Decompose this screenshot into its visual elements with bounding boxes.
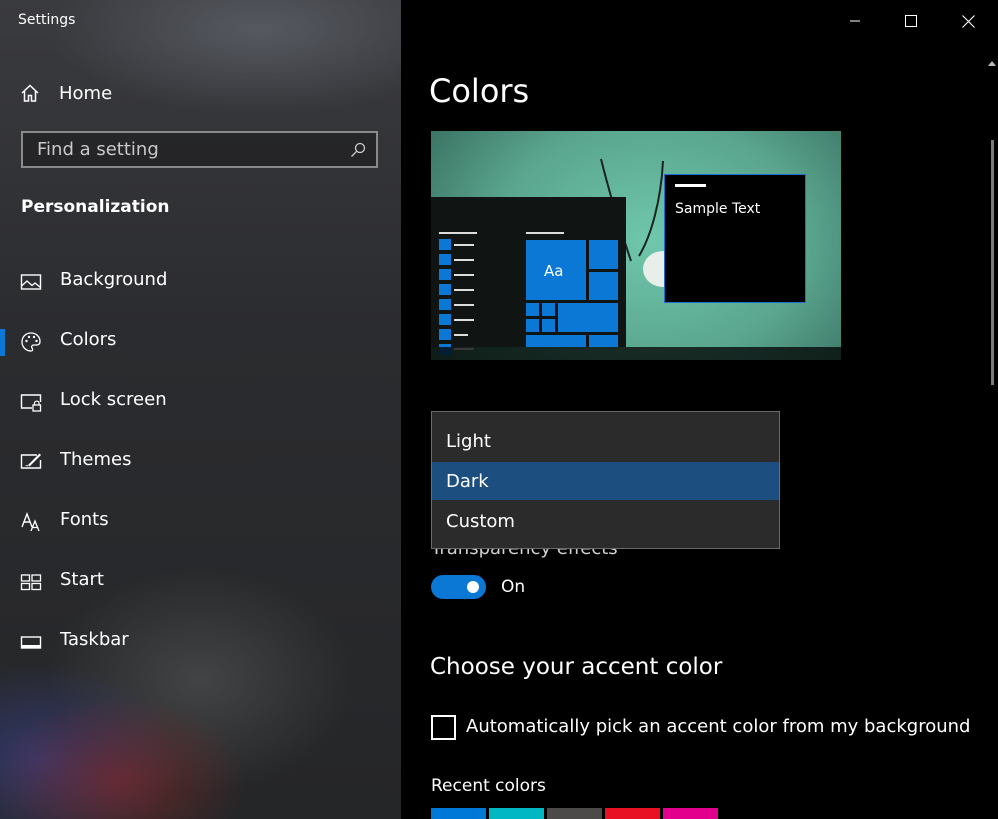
search-icon[interactable] (340, 142, 376, 158)
accent-section-title: Choose your accent color (430, 654, 723, 680)
sidebar-item-label: Themes (60, 449, 132, 470)
sidebar-item-label: Fonts (60, 509, 109, 530)
option-label: Light (446, 430, 491, 452)
sidebar-item-start[interactable]: Start (0, 558, 401, 606)
taskbar-icon (20, 636, 42, 649)
app-title: Settings (18, 12, 76, 28)
recent-colors-title: Recent colors (431, 776, 546, 796)
sidebar-item-label: Start (60, 569, 104, 590)
themes-icon (20, 453, 42, 469)
dropdown-option-custom[interactable]: Custom (432, 502, 779, 540)
preview-start-menu: Aa (431, 197, 626, 355)
sidebar-item-label: Taskbar (60, 629, 129, 650)
sidebar-item-fonts[interactable]: Fonts (0, 498, 401, 546)
recent-color-swatch[interactable] (489, 808, 544, 819)
recent-color-swatch[interactable] (605, 808, 660, 819)
toggle-knob (467, 581, 479, 593)
sidebar-item-themes[interactable]: Themes (0, 438, 401, 486)
lock-screen-icon (20, 394, 42, 412)
sidebar-item-taskbar[interactable]: Taskbar (0, 618, 401, 666)
option-label: Custom (446, 510, 515, 532)
page-title: Colors (429, 72, 530, 110)
minimize-icon (850, 20, 860, 22)
sample-text: Sample Text (675, 201, 761, 217)
selected-indicator (0, 329, 5, 356)
recent-color-swatch[interactable] (663, 808, 718, 819)
scrollbar-thumb[interactable] (991, 140, 994, 385)
preview-sample-window: Sample Text (664, 174, 806, 303)
close-button[interactable] (952, 6, 984, 36)
sidebar-item-lock-screen[interactable]: Lock screen (0, 378, 401, 426)
maximize-button[interactable] (895, 6, 927, 36)
home-link[interactable]: Home (20, 80, 112, 106)
fonts-icon (21, 512, 40, 532)
preview-taskbar (431, 347, 841, 360)
transparency-state: On (501, 577, 526, 597)
dropdown-option-light[interactable]: Light (432, 422, 779, 460)
sidebar-item-label: Lock screen (60, 389, 167, 410)
palette-icon (21, 332, 41, 352)
home-label: Home (59, 82, 113, 104)
sidebar: Settings Home Personalization Background (0, 0, 401, 819)
content-pane (401, 0, 998, 819)
search-box[interactable] (21, 131, 378, 168)
section-title: Personalization (21, 197, 170, 217)
minimize-button[interactable] (839, 6, 871, 36)
auto-accent-checkbox[interactable] (431, 715, 456, 740)
theme-preview: Aa Sample Text (431, 131, 841, 360)
transparency-toggle[interactable] (431, 575, 486, 599)
option-label: Dark (446, 470, 489, 492)
auto-accent-label[interactable]: Automatically pick an accent color from … (466, 716, 970, 737)
preview-tile-text: Aa (544, 262, 564, 280)
home-icon (21, 84, 39, 102)
scroll-up-arrow[interactable] (988, 60, 996, 66)
sidebar-item-background[interactable]: Background (0, 258, 401, 306)
color-mode-dropdown[interactable]: Light Dark Custom (431, 411, 780, 549)
close-icon (961, 14, 975, 28)
recent-color-swatch[interactable] (547, 808, 602, 819)
sidebar-item-label: Colors (60, 329, 117, 350)
dropdown-option-dark[interactable]: Dark (432, 462, 779, 500)
recent-color-swatch[interactable] (431, 808, 486, 819)
picture-icon (20, 274, 42, 290)
maximize-icon (905, 15, 917, 27)
sidebar-item-label: Background (60, 269, 168, 290)
search-input[interactable] (23, 138, 340, 161)
sidebar-item-colors[interactable]: Colors (0, 318, 401, 366)
start-icon (20, 574, 42, 591)
